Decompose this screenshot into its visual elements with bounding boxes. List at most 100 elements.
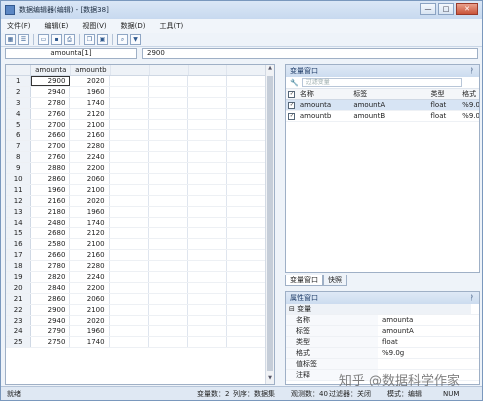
table-row[interactable]: 14 2480 1740: [6, 217, 267, 229]
empty-cell[interactable]: [110, 261, 149, 272]
empty-cell[interactable]: [188, 195, 227, 206]
row-number[interactable]: 21: [6, 293, 32, 304]
empty-cell[interactable]: [149, 217, 188, 228]
tab-snapshot[interactable]: 快照: [323, 275, 347, 286]
empty-cell[interactable]: [110, 141, 149, 152]
grid-scrollbar[interactable]: ▲ ▼: [265, 65, 274, 384]
empty-cell[interactable]: [110, 97, 149, 108]
scroll-down-icon[interactable]: ▼: [266, 375, 274, 384]
empty-cell[interactable]: [110, 239, 149, 250]
table-cell[interactable]: 2120: [70, 108, 110, 119]
empty-cell[interactable]: [110, 217, 149, 228]
print-icon[interactable]: ⎙: [64, 34, 75, 45]
empty-cell[interactable]: [227, 163, 267, 174]
property-value[interactable]: float: [378, 337, 479, 347]
variable-filter-input[interactable]: 过滤变量: [301, 78, 462, 87]
table-cell[interactable]: 2940: [31, 315, 71, 326]
table-row[interactable]: 10 2860 2060: [6, 174, 267, 185]
table-row[interactable]: 17 2660 2160: [6, 250, 267, 262]
empty-cell[interactable]: [110, 272, 149, 282]
table-cell[interactable]: 2880: [31, 163, 71, 174]
property-value[interactable]: amounta: [378, 315, 479, 325]
empty-cell[interactable]: [149, 315, 188, 326]
row-number[interactable]: 10: [6, 174, 32, 184]
table-row[interactable]: 20 2840 2200: [6, 282, 267, 294]
property-row[interactable]: 格式 %9.0g: [286, 348, 479, 359]
table-row[interactable]: 1 2900 2020: [6, 76, 267, 87]
row-number[interactable]: 1: [6, 76, 32, 86]
table-row[interactable]: 16 2580 2100: [6, 239, 267, 251]
row-number[interactable]: 25: [6, 337, 32, 348]
table-cell[interactable]: 1960: [70, 326, 110, 337]
row-number[interactable]: 13: [6, 206, 32, 217]
empty-cell[interactable]: [227, 130, 267, 141]
empty-cell[interactable]: [188, 86, 227, 97]
table-row[interactable]: 3 2780 1740: [6, 97, 267, 109]
empty-cell[interactable]: [227, 206, 267, 217]
table-cell[interactable]: 2240: [70, 152, 110, 163]
table-cell[interactable]: 2200: [70, 282, 110, 293]
open-icon[interactable]: ▭: [38, 34, 49, 45]
table-cell[interactable]: 2100: [70, 119, 110, 130]
table-row[interactable]: 12 2160 2020: [6, 195, 267, 207]
empty-cell[interactable]: [227, 152, 267, 163]
table-cell[interactable]: 2760: [31, 108, 71, 119]
empty-cell[interactable]: [110, 152, 149, 163]
table-row[interactable]: 8 2760 2240: [6, 152, 267, 164]
data-grid[interactable]: amounta amountb 1 2900 2020 2 2940 1960 3 2780 1…: [5, 64, 275, 385]
empty-cell[interactable]: [227, 239, 267, 250]
empty-cell[interactable]: [110, 86, 149, 97]
empty-cell[interactable]: [149, 174, 188, 184]
table-cell[interactable]: 2780: [31, 261, 71, 272]
table-cell[interactable]: 2900: [31, 76, 71, 86]
empty-cell[interactable]: [149, 261, 188, 272]
property-value[interactable]: amountA: [378, 326, 479, 336]
empty-cell[interactable]: [110, 206, 149, 217]
empty-cell[interactable]: [188, 108, 227, 119]
table-cell[interactable]: 1740: [70, 97, 110, 108]
empty-cell[interactable]: [149, 282, 188, 293]
empty-cell[interactable]: [227, 272, 267, 282]
empty-cell[interactable]: [188, 326, 227, 337]
variable-row[interactable]: ✓ amountb amountB float %9.0: [286, 111, 479, 122]
row-number[interactable]: 7: [6, 141, 32, 152]
table-cell[interactable]: 2180: [31, 206, 71, 217]
empty-cell[interactable]: [227, 337, 267, 348]
table-cell[interactable]: 2120: [70, 228, 110, 239]
empty-cell[interactable]: [227, 141, 267, 152]
header-type[interactable]: 类型: [429, 89, 461, 99]
table-row[interactable]: 2 2940 1960: [6, 86, 267, 98]
list-view-icon[interactable]: ☰: [18, 34, 29, 45]
row-number[interactable]: 5: [6, 119, 32, 130]
empty-cell[interactable]: [188, 315, 227, 326]
table-row[interactable]: 19 2820 2240: [6, 272, 267, 283]
table-cell[interactable]: 2750: [31, 337, 71, 348]
empty-cell[interactable]: [110, 250, 149, 261]
empty-cell[interactable]: [149, 76, 188, 86]
empty-cell[interactable]: [149, 239, 188, 250]
table-cell[interactable]: 2200: [70, 163, 110, 174]
empty-cell[interactable]: [188, 282, 227, 293]
empty-cell[interactable]: [110, 184, 149, 195]
empty-cell[interactable]: [227, 76, 267, 86]
empty-cell[interactable]: [188, 261, 227, 272]
table-cell[interactable]: 2860: [31, 293, 71, 304]
table-cell[interactable]: 2840: [31, 282, 71, 293]
search-icon[interactable]: ⌕: [117, 34, 128, 45]
empty-cell[interactable]: [227, 97, 267, 108]
empty-cell[interactable]: [227, 250, 267, 261]
empty-cell[interactable]: [188, 337, 227, 348]
empty-cell[interactable]: [227, 217, 267, 228]
empty-cell[interactable]: [227, 315, 267, 326]
filter-icon[interactable]: ▼: [130, 34, 141, 45]
empty-cell[interactable]: [188, 76, 227, 86]
row-number[interactable]: 19: [6, 272, 32, 282]
empty-cell[interactable]: [188, 293, 227, 304]
pin-icon[interactable]: ᚹ: [470, 292, 474, 304]
empty-cell[interactable]: [227, 282, 267, 293]
empty-cell[interactable]: [110, 130, 149, 141]
table-cell[interactable]: 2060: [70, 293, 110, 304]
row-number[interactable]: 16: [6, 239, 32, 250]
empty-cell[interactable]: [188, 184, 227, 195]
variable-row[interactable]: ✓ amounta amountA float %9.0: [286, 100, 479, 111]
